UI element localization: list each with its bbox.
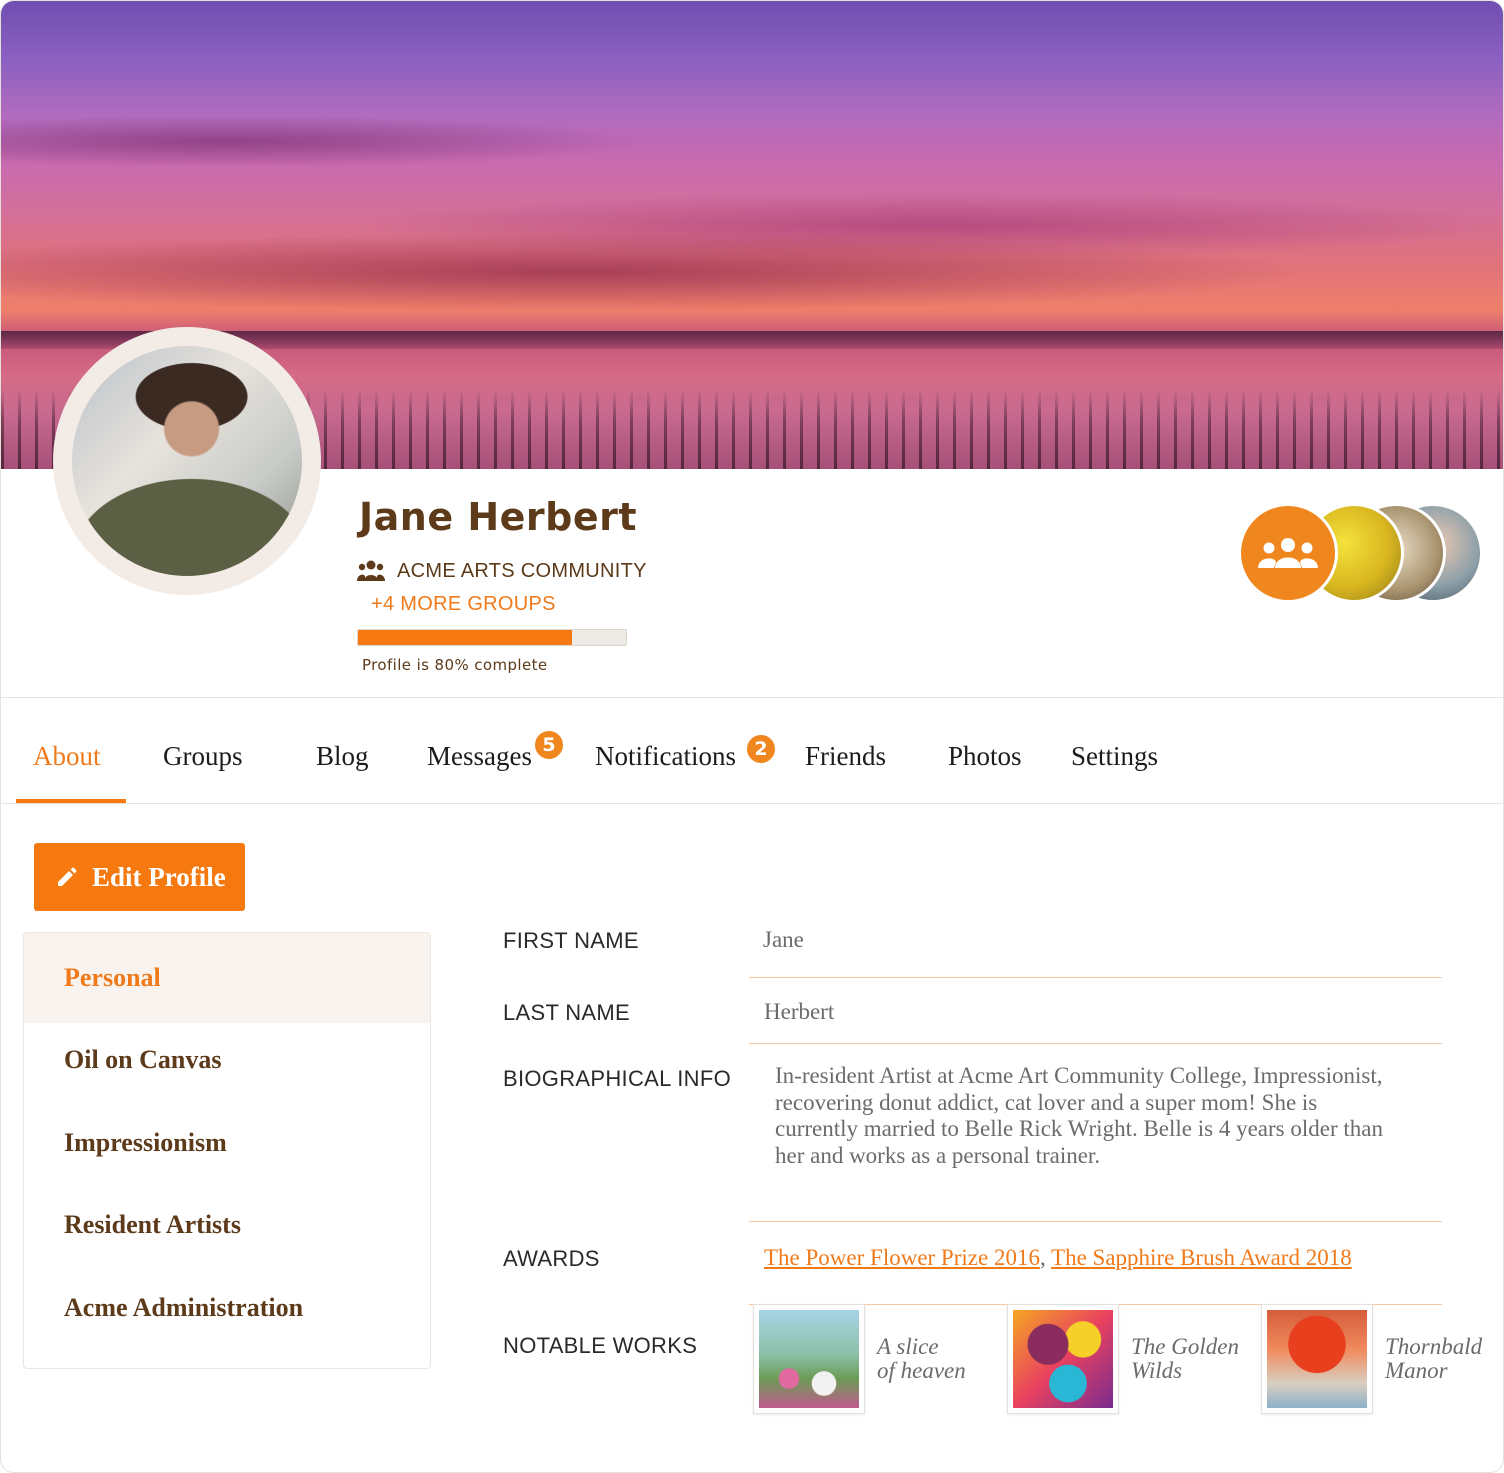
side-item-resident-artists[interactable]: Resident Artists	[24, 1180, 430, 1270]
notable-work-item[interactable]: The Golden Wilds	[1007, 1304, 1261, 1414]
divider	[1, 803, 1503, 804]
notable-work-item[interactable]: Thornbald Manor	[1261, 1304, 1495, 1414]
artwork-title-line: of heaven	[877, 1358, 966, 1383]
profile-progress-bar	[357, 629, 627, 646]
tab-notifications[interactable]: Notifications	[595, 741, 736, 772]
artwork-thumbnail	[1007, 1304, 1119, 1414]
artwork-title: A slice of heaven	[877, 1335, 1007, 1383]
tab-messages[interactable]: Messages	[427, 741, 532, 772]
artwork-thumbnail	[1261, 1304, 1373, 1414]
last-name-label: LAST NAME	[503, 1000, 630, 1025]
notable-works-label: NOTABLE WORKS	[503, 1333, 698, 1358]
artwork-title-line: The Golden	[1131, 1334, 1239, 1359]
groups-button[interactable]	[1238, 503, 1338, 603]
side-item-acme-administration[interactable]: Acme Administration	[24, 1263, 430, 1353]
profile-progress-fill	[358, 630, 573, 645]
notifications-badge: 2	[745, 733, 777, 765]
artwork-title: The Golden Wilds	[1131, 1335, 1261, 1383]
field-divider	[749, 1043, 1442, 1044]
award-separator: ,	[1039, 1245, 1046, 1270]
profile-progress-text: Profile is 80% complete	[362, 656, 548, 674]
awards-list: The Power Flower Prize 2016, The Sapphir…	[764, 1245, 1352, 1271]
more-groups-link[interactable]: +4 MORE GROUPS	[371, 593, 556, 616]
artwork-title-line: Wilds	[1131, 1358, 1183, 1383]
artwork-title-line: Thornbald	[1385, 1334, 1483, 1359]
first-name-value: Jane	[763, 927, 804, 952]
tab-groups[interactable]: Groups	[163, 741, 243, 772]
tab-settings[interactable]: Settings	[1071, 741, 1158, 772]
messages-badge: 5	[533, 729, 565, 761]
artwork-title-line: Manor	[1385, 1358, 1448, 1383]
awards-label: AWARDS	[503, 1246, 600, 1271]
tab-friends[interactable]: Friends	[805, 741, 886, 772]
artwork-title-line: A slice	[877, 1334, 939, 1359]
primary-group[interactable]: ACME ARTS COMMUNITY	[357, 559, 647, 583]
pencil-icon	[58, 867, 77, 886]
first-name-label: FIRST NAME	[503, 928, 639, 953]
tab-about[interactable]: About	[33, 741, 101, 772]
users-icon	[357, 560, 385, 581]
side-item-impressionism[interactable]: Impressionism	[24, 1098, 430, 1188]
award-link[interactable]: The Sapphire Brush Award 2018	[1051, 1245, 1352, 1270]
avatar[interactable]	[72, 346, 302, 576]
bio-value: In-resident Artist at Acme Art Community…	[775, 1063, 1383, 1168]
side-item-personal[interactable]: Personal	[24, 933, 430, 1023]
artwork-image	[759, 1310, 859, 1408]
last-name-value: Herbert	[764, 999, 835, 1024]
bio-label: BIOGRAPHICAL INFO	[503, 1066, 731, 1091]
award-link[interactable]: The Power Flower Prize 2016	[764, 1245, 1040, 1270]
profile-name: Jane Herbert	[359, 495, 638, 539]
field-divider	[749, 977, 1442, 978]
artwork-image	[1013, 1310, 1113, 1408]
artwork-thumbnail	[753, 1304, 865, 1414]
users-icon	[1258, 538, 1318, 568]
artwork-image	[1267, 1310, 1367, 1408]
tab-blog[interactable]: Blog	[316, 741, 369, 772]
field-divider	[749, 1221, 1442, 1222]
tab-photos[interactable]: Photos	[948, 741, 1022, 772]
profile-page: Jane Herbert ACME ARTS COMMUNITY +4 MORE…	[0, 0, 1504, 1473]
artwork-title: Thornbald Manor	[1385, 1335, 1495, 1383]
profile-side-menu: Personal Oil on Canvas Impressionism Res…	[23, 932, 431, 1369]
profile-tabs: About Groups Blog Messages 5 Notificatio…	[1, 729, 1503, 803]
divider	[1, 697, 1503, 698]
primary-group-name: ACME ARTS COMMUNITY	[397, 559, 647, 582]
edit-profile-button[interactable]: Edit Profile	[34, 843, 245, 911]
notable-work-item[interactable]: A slice of heaven	[753, 1304, 1007, 1414]
group-avatars	[1238, 503, 1488, 605]
side-item-oil-on-canvas[interactable]: Oil on Canvas	[24, 1015, 430, 1105]
edit-profile-label: Edit Profile	[92, 861, 226, 892]
